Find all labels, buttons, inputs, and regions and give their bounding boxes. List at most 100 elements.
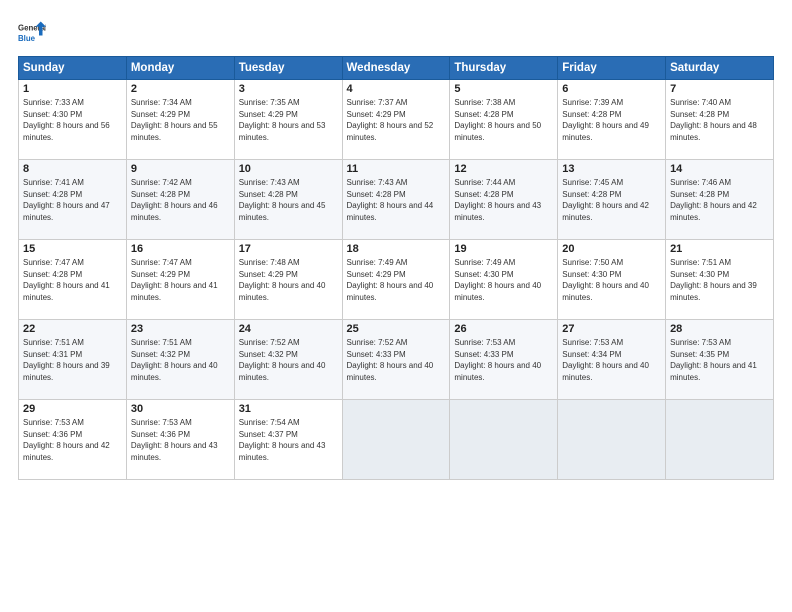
calendar-cell: 7 Sunrise: 7:40 AMSunset: 4:28 PMDayligh… xyxy=(666,80,774,160)
day-number: 10 xyxy=(239,163,338,175)
day-number: 26 xyxy=(454,323,553,335)
calendar-cell: 5 Sunrise: 7:38 AMSunset: 4:28 PMDayligh… xyxy=(450,80,558,160)
calendar-body: 1 Sunrise: 7:33 AMSunset: 4:30 PMDayligh… xyxy=(19,80,774,480)
cell-text: Sunrise: 7:54 AMSunset: 4:37 PMDaylight:… xyxy=(239,418,326,462)
calendar-cell: 26 Sunrise: 7:53 AMSunset: 4:33 PMDaylig… xyxy=(450,320,558,400)
calendar-cell: 3 Sunrise: 7:35 AMSunset: 4:29 PMDayligh… xyxy=(234,80,342,160)
day-number: 21 xyxy=(670,243,769,255)
cell-text: Sunrise: 7:41 AMSunset: 4:28 PMDaylight:… xyxy=(23,178,110,222)
cell-text: Sunrise: 7:46 AMSunset: 4:28 PMDaylight:… xyxy=(670,178,757,222)
day-number: 15 xyxy=(23,243,122,255)
svg-text:Blue: Blue xyxy=(18,34,36,43)
cell-text: Sunrise: 7:35 AMSunset: 4:29 PMDaylight:… xyxy=(239,98,326,142)
cell-text: Sunrise: 7:33 AMSunset: 4:30 PMDaylight:… xyxy=(23,98,110,142)
day-number: 17 xyxy=(239,243,338,255)
calendar-cell xyxy=(558,400,666,480)
cell-text: Sunrise: 7:53 AMSunset: 4:33 PMDaylight:… xyxy=(454,338,541,382)
calendar-cell: 30 Sunrise: 7:53 AMSunset: 4:36 PMDaylig… xyxy=(126,400,234,480)
calendar-cell: 29 Sunrise: 7:53 AMSunset: 4:36 PMDaylig… xyxy=(19,400,127,480)
header-day-saturday: Saturday xyxy=(666,57,774,80)
day-number: 11 xyxy=(347,163,446,175)
cell-text: Sunrise: 7:53 AMSunset: 4:36 PMDaylight:… xyxy=(23,418,110,462)
day-number: 28 xyxy=(670,323,769,335)
header: General Blue xyxy=(18,18,774,46)
calendar-cell: 13 Sunrise: 7:45 AMSunset: 4:28 PMDaylig… xyxy=(558,160,666,240)
cell-text: Sunrise: 7:49 AMSunset: 4:30 PMDaylight:… xyxy=(454,258,541,302)
day-number: 29 xyxy=(23,403,122,415)
page: General Blue SundayMondayTuesdayWednesda… xyxy=(0,0,792,612)
day-number: 6 xyxy=(562,83,661,95)
header-day-monday: Monday xyxy=(126,57,234,80)
calendar-cell: 18 Sunrise: 7:49 AMSunset: 4:29 PMDaylig… xyxy=(342,240,450,320)
day-number: 24 xyxy=(239,323,338,335)
day-number: 8 xyxy=(23,163,122,175)
cell-text: Sunrise: 7:51 AMSunset: 4:30 PMDaylight:… xyxy=(670,258,757,302)
week-row-1: 1 Sunrise: 7:33 AMSunset: 4:30 PMDayligh… xyxy=(19,80,774,160)
day-number: 7 xyxy=(670,83,769,95)
cell-text: Sunrise: 7:47 AMSunset: 4:28 PMDaylight:… xyxy=(23,258,110,302)
day-number: 16 xyxy=(131,243,230,255)
cell-text: Sunrise: 7:51 AMSunset: 4:32 PMDaylight:… xyxy=(131,338,218,382)
cell-text: Sunrise: 7:52 AMSunset: 4:33 PMDaylight:… xyxy=(347,338,434,382)
calendar-cell: 16 Sunrise: 7:47 AMSunset: 4:29 PMDaylig… xyxy=(126,240,234,320)
day-number: 23 xyxy=(131,323,230,335)
week-row-4: 22 Sunrise: 7:51 AMSunset: 4:31 PMDaylig… xyxy=(19,320,774,400)
week-row-2: 8 Sunrise: 7:41 AMSunset: 4:28 PMDayligh… xyxy=(19,160,774,240)
cell-text: Sunrise: 7:51 AMSunset: 4:31 PMDaylight:… xyxy=(23,338,110,382)
day-number: 9 xyxy=(131,163,230,175)
calendar-cell: 12 Sunrise: 7:44 AMSunset: 4:28 PMDaylig… xyxy=(450,160,558,240)
week-row-5: 29 Sunrise: 7:53 AMSunset: 4:36 PMDaylig… xyxy=(19,400,774,480)
day-number: 13 xyxy=(562,163,661,175)
header-day-friday: Friday xyxy=(558,57,666,80)
calendar-cell: 1 Sunrise: 7:33 AMSunset: 4:30 PMDayligh… xyxy=(19,80,127,160)
day-number: 3 xyxy=(239,83,338,95)
cell-text: Sunrise: 7:37 AMSunset: 4:29 PMDaylight:… xyxy=(347,98,434,142)
calendar-cell: 23 Sunrise: 7:51 AMSunset: 4:32 PMDaylig… xyxy=(126,320,234,400)
calendar-cell: 8 Sunrise: 7:41 AMSunset: 4:28 PMDayligh… xyxy=(19,160,127,240)
day-number: 30 xyxy=(131,403,230,415)
calendar-cell: 19 Sunrise: 7:49 AMSunset: 4:30 PMDaylig… xyxy=(450,240,558,320)
cell-text: Sunrise: 7:53 AMSunset: 4:35 PMDaylight:… xyxy=(670,338,757,382)
calendar-cell: 17 Sunrise: 7:48 AMSunset: 4:29 PMDaylig… xyxy=(234,240,342,320)
cell-text: Sunrise: 7:52 AMSunset: 4:32 PMDaylight:… xyxy=(239,338,326,382)
cell-text: Sunrise: 7:39 AMSunset: 4:28 PMDaylight:… xyxy=(562,98,649,142)
day-number: 12 xyxy=(454,163,553,175)
cell-text: Sunrise: 7:43 AMSunset: 4:28 PMDaylight:… xyxy=(347,178,434,222)
day-number: 5 xyxy=(454,83,553,95)
calendar-cell xyxy=(342,400,450,480)
day-number: 4 xyxy=(347,83,446,95)
calendar-cell: 27 Sunrise: 7:53 AMSunset: 4:34 PMDaylig… xyxy=(558,320,666,400)
calendar-cell: 9 Sunrise: 7:42 AMSunset: 4:28 PMDayligh… xyxy=(126,160,234,240)
calendar-cell: 20 Sunrise: 7:50 AMSunset: 4:30 PMDaylig… xyxy=(558,240,666,320)
calendar-cell: 24 Sunrise: 7:52 AMSunset: 4:32 PMDaylig… xyxy=(234,320,342,400)
calendar-cell: 11 Sunrise: 7:43 AMSunset: 4:28 PMDaylig… xyxy=(342,160,450,240)
calendar-cell xyxy=(450,400,558,480)
day-number: 14 xyxy=(670,163,769,175)
calendar-cell: 28 Sunrise: 7:53 AMSunset: 4:35 PMDaylig… xyxy=(666,320,774,400)
calendar-table: SundayMondayTuesdayWednesdayThursdayFrid… xyxy=(18,56,774,480)
calendar-cell xyxy=(666,400,774,480)
header-day-tuesday: Tuesday xyxy=(234,57,342,80)
day-number: 22 xyxy=(23,323,122,335)
cell-text: Sunrise: 7:50 AMSunset: 4:30 PMDaylight:… xyxy=(562,258,649,302)
logo-icon: General Blue xyxy=(18,18,46,46)
cell-text: Sunrise: 7:42 AMSunset: 4:28 PMDaylight:… xyxy=(131,178,218,222)
day-number: 18 xyxy=(347,243,446,255)
day-number: 2 xyxy=(131,83,230,95)
cell-text: Sunrise: 7:40 AMSunset: 4:28 PMDaylight:… xyxy=(670,98,757,142)
day-number: 27 xyxy=(562,323,661,335)
calendar-cell: 10 Sunrise: 7:43 AMSunset: 4:28 PMDaylig… xyxy=(234,160,342,240)
cell-text: Sunrise: 7:53 AMSunset: 4:34 PMDaylight:… xyxy=(562,338,649,382)
cell-text: Sunrise: 7:48 AMSunset: 4:29 PMDaylight:… xyxy=(239,258,326,302)
cell-text: Sunrise: 7:34 AMSunset: 4:29 PMDaylight:… xyxy=(131,98,218,142)
logo: General Blue xyxy=(18,18,46,46)
header-row: SundayMondayTuesdayWednesdayThursdayFrid… xyxy=(19,57,774,80)
calendar-header: SundayMondayTuesdayWednesdayThursdayFrid… xyxy=(19,57,774,80)
calendar-cell: 25 Sunrise: 7:52 AMSunset: 4:33 PMDaylig… xyxy=(342,320,450,400)
day-number: 1 xyxy=(23,83,122,95)
cell-text: Sunrise: 7:38 AMSunset: 4:28 PMDaylight:… xyxy=(454,98,541,142)
day-number: 19 xyxy=(454,243,553,255)
cell-text: Sunrise: 7:43 AMSunset: 4:28 PMDaylight:… xyxy=(239,178,326,222)
calendar-cell: 6 Sunrise: 7:39 AMSunset: 4:28 PMDayligh… xyxy=(558,80,666,160)
cell-text: Sunrise: 7:47 AMSunset: 4:29 PMDaylight:… xyxy=(131,258,218,302)
